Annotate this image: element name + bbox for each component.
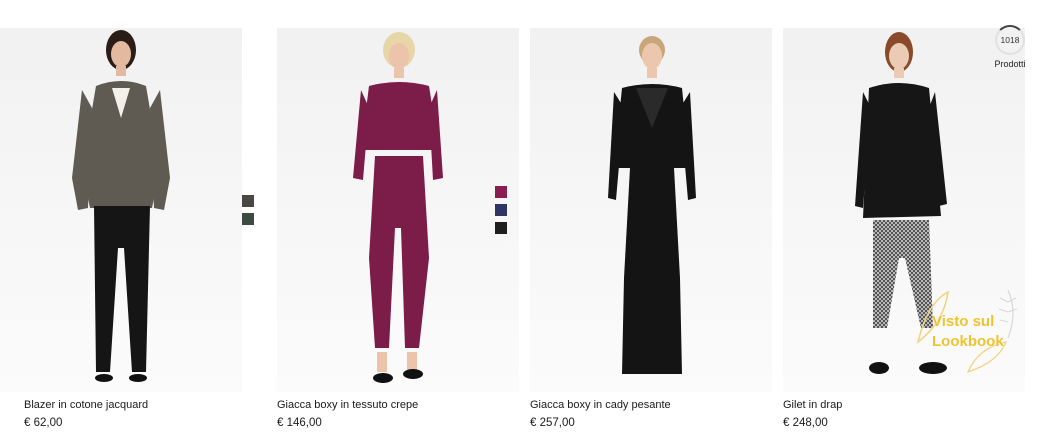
color-swatch[interactable] bbox=[495, 204, 507, 216]
product-count: 1018 bbox=[1000, 35, 1020, 45]
product-name[interactable]: Giacca boxy in cady pesante bbox=[530, 399, 671, 411]
product-card[interactable]: Blazer in cotone jacquard € 62,00 bbox=[0, 28, 266, 429]
product-name[interactable]: Giacca boxy in tessuto crepe bbox=[277, 399, 418, 411]
color-swatch[interactable] bbox=[242, 213, 254, 225]
product-name[interactable]: Gilet in drap bbox=[783, 399, 842, 411]
product-price: € 257,00 bbox=[530, 417, 575, 429]
product-image[interactable] bbox=[277, 28, 519, 392]
product-price: € 248,00 bbox=[783, 417, 828, 429]
color-swatch[interactable] bbox=[495, 222, 507, 234]
product-image[interactable] bbox=[530, 28, 772, 392]
color-swatch[interactable] bbox=[495, 186, 507, 198]
product-price: € 146,00 bbox=[277, 417, 322, 429]
product-name[interactable]: Blazer in cotone jacquard bbox=[24, 399, 148, 411]
color-swatches bbox=[242, 195, 254, 225]
lookbook-badge[interactable]: Visto sul Lookbook bbox=[908, 282, 1038, 382]
color-swatches bbox=[495, 186, 507, 234]
product-image[interactable] bbox=[0, 28, 242, 392]
product-card[interactable]: Giacca boxy in cady pesante € 257,00 bbox=[530, 28, 772, 429]
lookbook-badge-line2: Lookbook bbox=[932, 333, 1004, 350]
product-card[interactable]: Giacca boxy in tessuto crepe € 146,00 bbox=[277, 28, 519, 429]
lookbook-badge-line1: Visto sul bbox=[932, 313, 995, 330]
product-price: € 62,00 bbox=[24, 417, 63, 429]
color-swatch[interactable] bbox=[242, 195, 254, 207]
product-count-label: Prodotti bbox=[994, 59, 1026, 69]
product-counter-icon: 1018 bbox=[995, 25, 1025, 55]
product-counter: 1018 Prodotti bbox=[990, 25, 1030, 69]
